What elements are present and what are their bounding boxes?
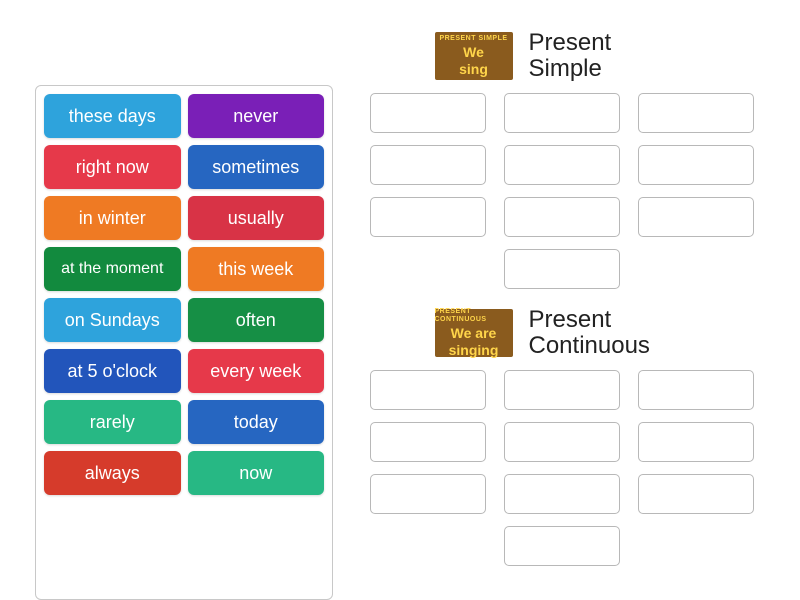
badge-present-simple: PRESENT SIMPLE We sing <box>435 32 513 80</box>
section-present-continuous: PRESENT CONTINUOUS We are singing Presen… <box>353 307 770 566</box>
badge-present-continuous: PRESENT CONTINUOUS We are singing <box>435 309 513 357</box>
section-title: Present Continuous <box>529 307 689 360</box>
word-tile[interactable]: rarely <box>44 400 181 444</box>
drop-slot[interactable] <box>638 93 754 133</box>
word-tile[interactable]: at the moment <box>44 247 181 291</box>
word-tile[interactable]: usually <box>188 196 325 240</box>
word-tile[interactable]: at 5 o'clock <box>44 349 181 393</box>
word-tile[interactable]: every week <box>188 349 325 393</box>
continuous-drop-slots-last <box>353 526 770 566</box>
drop-slot[interactable] <box>370 422 486 462</box>
drop-slot[interactable] <box>504 474 620 514</box>
continuous-drop-slots <box>353 370 770 514</box>
word-tile[interactable]: now <box>188 451 325 495</box>
section-present-simple: PRESENT SIMPLE We sing Present Simple <box>353 30 770 289</box>
drop-slot[interactable] <box>638 370 754 410</box>
activity-container: these daysneverright nowsometimesin wint… <box>0 0 800 600</box>
drop-slot[interactable] <box>504 197 620 237</box>
drop-slot[interactable] <box>504 93 620 133</box>
badge-subtitle: PRESENT SIMPLE <box>439 35 507 43</box>
drop-slot[interactable] <box>638 422 754 462</box>
drop-slot[interactable] <box>370 370 486 410</box>
word-tile[interactable]: on Sundays <box>44 298 181 342</box>
words-panel: these daysneverright nowsometimesin wint… <box>35 85 333 600</box>
drop-slot[interactable] <box>638 197 754 237</box>
badge-subtitle: PRESENT CONTINUOUS <box>435 308 513 324</box>
word-tile[interactable]: right now <box>44 145 181 189</box>
drop-slot[interactable] <box>370 197 486 237</box>
simple-drop-slots <box>353 93 770 237</box>
section-title: Present Simple <box>529 30 689 83</box>
word-tile[interactable]: always <box>44 451 181 495</box>
words-grid: these daysneverright nowsometimesin wint… <box>44 94 324 495</box>
drop-slot[interactable] <box>504 249 620 289</box>
drop-slot[interactable] <box>504 370 620 410</box>
target-area: PRESENT SIMPLE We sing Present Simple PR… <box>333 0 800 600</box>
drop-slot[interactable] <box>504 145 620 185</box>
word-tile[interactable]: today <box>188 400 325 444</box>
word-tile[interactable]: sometimes <box>188 145 325 189</box>
word-tile[interactable]: these days <box>44 94 181 138</box>
drop-slot[interactable] <box>370 474 486 514</box>
drop-slot[interactable] <box>638 145 754 185</box>
drop-slot[interactable] <box>504 422 620 462</box>
drop-slot[interactable] <box>370 145 486 185</box>
section-header: PRESENT SIMPLE We sing Present Simple <box>353 30 770 83</box>
drop-slot[interactable] <box>638 474 754 514</box>
word-tile[interactable]: this week <box>188 247 325 291</box>
word-tile[interactable]: never <box>188 94 325 138</box>
drop-slot[interactable] <box>370 93 486 133</box>
word-tile[interactable]: in winter <box>44 196 181 240</box>
section-header: PRESENT CONTINUOUS We are singing Presen… <box>353 307 770 360</box>
drop-slot[interactable] <box>504 526 620 566</box>
word-tile[interactable]: often <box>188 298 325 342</box>
simple-drop-slots-last <box>353 249 770 289</box>
